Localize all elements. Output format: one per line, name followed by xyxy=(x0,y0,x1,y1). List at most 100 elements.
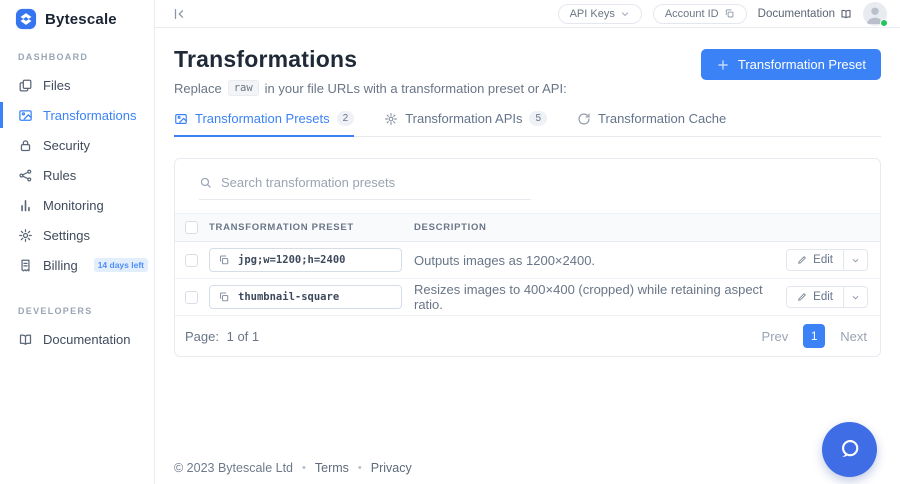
add-transformation-preset-button[interactable]: Transformation Preset xyxy=(700,49,881,80)
help-chat-button[interactable] xyxy=(822,422,877,477)
edit-dropdown-button[interactable] xyxy=(844,286,868,308)
pencil-icon xyxy=(797,292,807,302)
documentation-label: Documentation xyxy=(757,7,835,20)
main-content: Transformations Replace raw in your file… xyxy=(155,28,900,484)
sidebar-item-security[interactable]: Security xyxy=(0,130,154,160)
account-id-label: Account ID xyxy=(664,7,719,20)
sidebar-item-rules[interactable]: Rules xyxy=(0,160,154,190)
copy-icon xyxy=(724,8,735,19)
presets-card: TRANSFORMATION PRESET DESCRIPTION jpg;w=… xyxy=(174,158,881,357)
trial-badge: 14 days left xyxy=(93,258,148,272)
copy-icon[interactable] xyxy=(218,291,230,303)
page-label: Page: xyxy=(185,328,219,344)
sidebar-item-settings[interactable]: Settings xyxy=(0,220,154,250)
edit-button[interactable]: Edit xyxy=(786,286,844,308)
preset-value-box[interactable]: jpg;w=1200;h=2400 xyxy=(209,248,402,272)
documentation-link[interactable]: Documentation xyxy=(758,8,852,20)
sidebar-item-transformations[interactable]: Transformations xyxy=(0,100,154,130)
online-status-dot xyxy=(880,18,888,27)
sidebar-item-label: Monitoring xyxy=(43,197,104,213)
collapse-sidebar-icon[interactable] xyxy=(172,7,186,21)
avatar[interactable] xyxy=(863,1,888,27)
topbar: API Keys Account ID Documentation xyxy=(155,0,900,28)
row-checkbox[interactable] xyxy=(185,253,198,267)
tab-bar: Transformation Presets 2 Transformation … xyxy=(174,111,881,137)
tab-transformation-apis[interactable]: Transformation APIs 5 xyxy=(384,111,548,136)
add-preset-label: Transformation Preset xyxy=(737,57,866,72)
preset-value-box[interactable]: thumbnail-square xyxy=(209,285,402,309)
page-title: Transformations xyxy=(174,46,358,72)
raw-code-chip: raw xyxy=(227,80,259,96)
column-header-preset: TRANSFORMATION PRESET xyxy=(209,222,354,233)
sidebar-section-dashboard: DASHBOARD xyxy=(18,52,89,62)
page-value: 1 of 1 xyxy=(226,328,260,344)
refresh-cache-icon xyxy=(577,112,591,126)
sidebar: Bytescale DASHBOARD Files Transformation… xyxy=(0,0,155,484)
page-indicator: Page: 1 of 1 xyxy=(185,329,259,344)
brand-name: Bytescale xyxy=(45,10,117,28)
lock-icon xyxy=(18,138,33,153)
select-all-checkbox[interactable] xyxy=(185,221,198,234)
search-icon xyxy=(199,176,212,189)
column-header-description: DESCRIPTION xyxy=(414,222,487,233)
api-gear-icon xyxy=(384,112,398,126)
table-row: jpg;w=1200;h=2400 Outputs images as 1200… xyxy=(175,242,880,279)
sidebar-item-label: Documentation xyxy=(43,331,131,347)
sidebar-item-label: Security xyxy=(43,137,90,153)
sidebar-item-label: Rules xyxy=(43,167,77,183)
tab-transformation-cache[interactable]: Transformation Cache xyxy=(577,111,726,136)
sidebar-section-developers: DEVELOPERS xyxy=(18,306,93,316)
tab-label: Transformation APIs xyxy=(405,111,523,126)
pencil-icon xyxy=(797,255,807,265)
sidebar-item-label: Files xyxy=(43,77,71,93)
page-subtitle: Replace raw in your file URLs with a tra… xyxy=(174,80,567,96)
account-id-button[interactable]: Account ID xyxy=(652,3,747,24)
gear-icon xyxy=(18,228,33,243)
tab-label: Transformation Cache xyxy=(598,111,727,126)
next-page-button[interactable]: Next xyxy=(840,329,867,344)
row-checkbox[interactable] xyxy=(185,290,198,304)
api-keys-button[interactable]: API Keys xyxy=(557,3,642,24)
sidebar-item-label: Transformations xyxy=(43,107,137,123)
subtitle-prefix: Replace xyxy=(174,80,222,96)
copyright-text: © 2023 Bytescale Ltd xyxy=(174,461,294,475)
search-input[interactable] xyxy=(221,175,531,190)
image-icon xyxy=(174,112,188,126)
edit-label: Edit xyxy=(813,254,833,266)
brand[interactable]: Bytescale xyxy=(0,0,154,30)
api-keys-label: API Keys xyxy=(569,7,615,20)
bullet-separator: • xyxy=(357,462,362,474)
sidebar-item-label: Settings xyxy=(43,227,90,243)
tab-count-badge: 2 xyxy=(336,111,355,126)
prev-page-button[interactable]: Prev xyxy=(762,329,789,344)
footer: © 2023 Bytescale Ltd • Terms • Privacy xyxy=(174,461,412,475)
sidebar-item-monitoring[interactable]: Monitoring xyxy=(0,190,154,220)
page-number-button[interactable]: 1 xyxy=(803,324,826,348)
edit-button[interactable]: Edit xyxy=(786,249,844,271)
preset-value: thumbnail-square xyxy=(238,291,340,303)
copy-icon[interactable] xyxy=(218,254,230,266)
chat-bubble-icon xyxy=(836,436,863,463)
edit-dropdown-button[interactable] xyxy=(844,249,868,271)
tab-transformation-presets[interactable]: Transformation Presets 2 xyxy=(174,111,355,137)
bytescale-logo-icon xyxy=(15,8,37,30)
subtitle-suffix: in your file URLs with a transformation … xyxy=(264,80,567,96)
table-header: TRANSFORMATION PRESET DESCRIPTION xyxy=(175,213,880,242)
sidebar-item-documentation[interactable]: Documentation xyxy=(0,324,154,354)
book-icon xyxy=(840,8,852,20)
sidebar-item-files[interactable]: Files xyxy=(0,70,154,100)
book-icon xyxy=(18,332,33,347)
table-row: thumbnail-square Resizes images to 400×4… xyxy=(175,279,880,316)
bullet-separator: • xyxy=(302,462,306,474)
preset-description: Outputs images as 1200×2400. xyxy=(414,252,596,268)
pagination: Page: 1 of 1 Prev 1 Next xyxy=(175,316,880,356)
chevron-down-icon xyxy=(620,9,630,19)
plus-icon xyxy=(716,58,730,72)
terms-link[interactable]: Terms xyxy=(315,461,349,475)
bar-chart-icon xyxy=(18,198,33,213)
preset-value: jpg;w=1200;h=2400 xyxy=(238,254,346,266)
share-branch-icon xyxy=(18,168,33,183)
sidebar-item-billing[interactable]: Billing 14 days left xyxy=(0,250,154,280)
row-actions: Edit xyxy=(786,249,868,271)
privacy-link[interactable]: Privacy xyxy=(371,461,412,475)
